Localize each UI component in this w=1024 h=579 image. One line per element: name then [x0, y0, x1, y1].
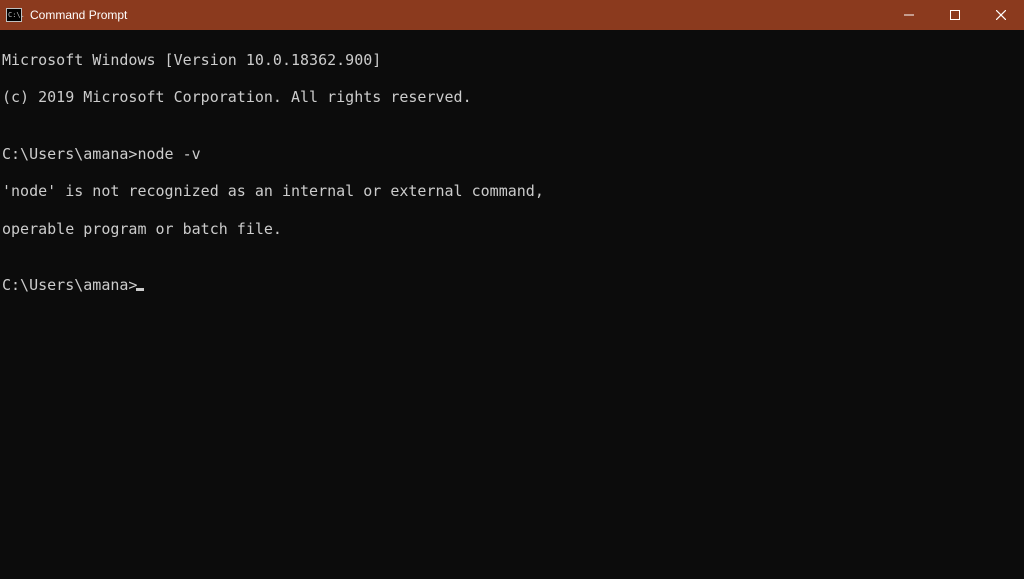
window-controls — [886, 0, 1024, 30]
maximize-button[interactable] — [932, 0, 978, 30]
prompt-path: C:\Users\amana> — [2, 276, 137, 294]
copyright-line: (c) 2019 Microsoft Corporation. All righ… — [2, 88, 1024, 107]
error-line-2: operable program or batch file. — [2, 220, 1024, 239]
prompt-path: C:\Users\amana> — [2, 145, 137, 163]
prompt-line-1: C:\Users\amana>node -v — [2, 145, 1024, 164]
close-button[interactable] — [978, 0, 1024, 30]
minimize-icon — [904, 10, 914, 20]
prompt-command: node -v — [137, 145, 200, 163]
cmd-icon[interactable]: C:\. — [6, 8, 22, 22]
error-line-1: 'node' is not recognized as an internal … — [2, 182, 1024, 201]
cursor — [136, 288, 144, 291]
window-title: Command Prompt — [30, 8, 127, 22]
maximize-icon — [950, 10, 960, 20]
prompt-line-2: C:\Users\amana> — [2, 276, 1024, 295]
close-icon — [996, 10, 1006, 20]
minimize-button[interactable] — [886, 0, 932, 30]
version-line: Microsoft Windows [Version 10.0.18362.90… — [2, 51, 1024, 70]
window-titlebar: C:\. Command Prompt — [0, 0, 1024, 30]
terminal-output[interactable]: Microsoft Windows [Version 10.0.18362.90… — [0, 30, 1024, 579]
titlebar-left: C:\. Command Prompt — [0, 8, 127, 22]
